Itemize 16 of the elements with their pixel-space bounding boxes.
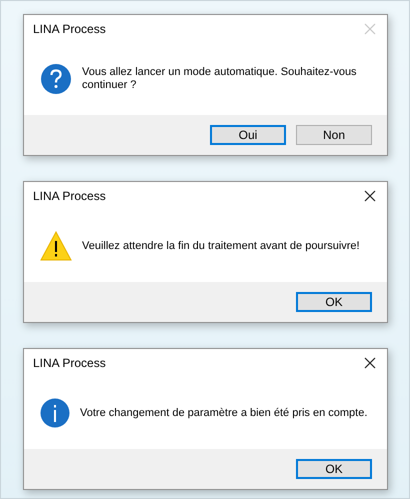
- dialog-button[interactable]: Oui: [210, 125, 286, 145]
- dialog-message: Vous allez lancer un mode automatique. Souhaitez-vous continuer ?: [82, 66, 358, 92]
- dialog-button[interactable]: OK: [296, 459, 372, 479]
- close-icon: [364, 23, 376, 35]
- close-icon: [364, 190, 376, 202]
- dialog-message: Votre changement de paramètre a bien été pris en compte.: [80, 406, 368, 420]
- dialog-button[interactable]: OK: [296, 292, 372, 312]
- window-title: LINA Process: [33, 189, 106, 203]
- question-icon: [40, 63, 72, 95]
- info-icon: [40, 398, 70, 428]
- window-title: LINA Process: [33, 22, 106, 36]
- dialog-button[interactable]: Non: [296, 125, 372, 145]
- dialog-message: Veuillez attendre la fin du traitement avant de poursuivre!: [82, 240, 360, 252]
- window-title: LINA Process: [33, 356, 106, 370]
- warning-icon: [40, 231, 72, 261]
- close-icon: [364, 357, 376, 369]
